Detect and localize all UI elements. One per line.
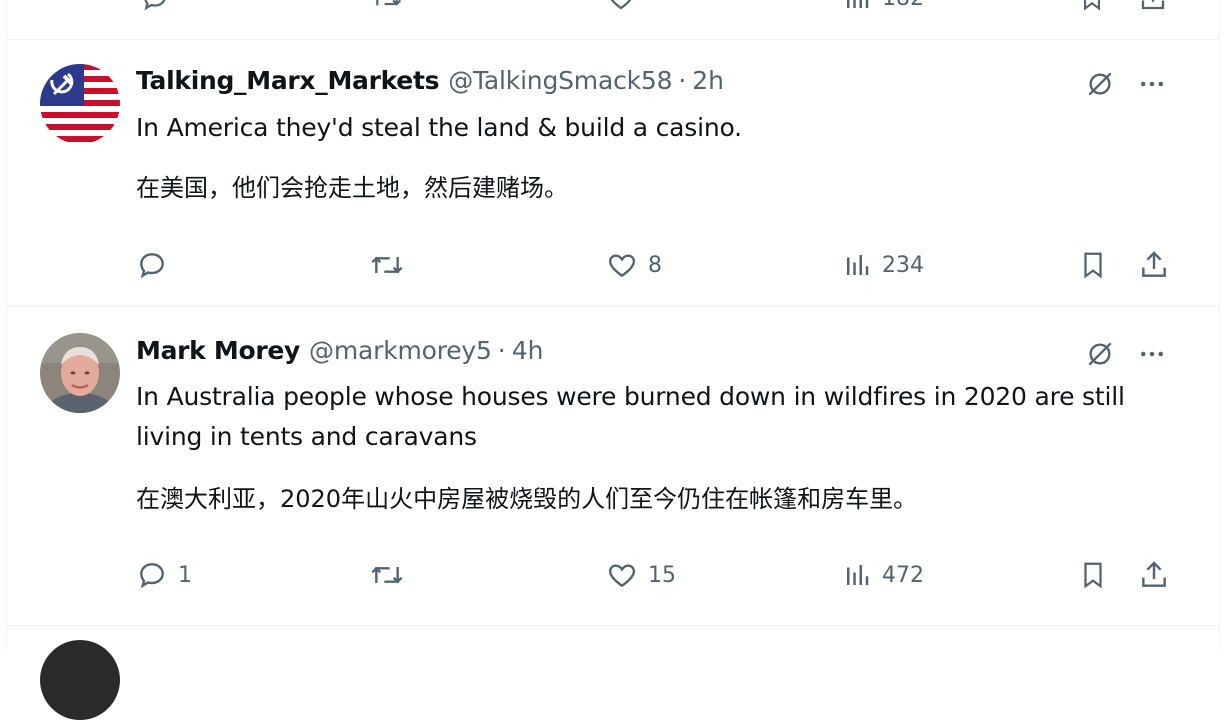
retweet-icon — [371, 566, 403, 584]
like-icon — [610, 0, 632, 10]
more-icon — [1141, 81, 1163, 87]
like-button[interactable]: 8 — [606, 245, 662, 285]
separator-dot: · — [497, 336, 506, 365]
display-name[interactable]: Talking_Marx_Markets — [136, 66, 439, 95]
retweet-icon — [371, 256, 403, 274]
avatar[interactable] — [40, 333, 120, 413]
tweet[interactable]: Mark Morey @markmorey5 · 4h In Australia… — [6, 307, 1220, 625]
share-button[interactable] — [1138, 245, 1170, 285]
like-button[interactable]: 15 — [606, 555, 676, 595]
reply-button[interactable]: 1 — [136, 555, 192, 595]
retweet-button[interactable] — [370, 0, 404, 18]
share-icon — [1142, 561, 1166, 587]
reply-icon — [140, 563, 164, 589]
tweet-translation: 在澳大利亚，2020年山火中房屋被烧毁的人们至今仍住在帐篷和房车里。 — [136, 485, 918, 513]
like-count: 8 — [648, 252, 662, 278]
bookmark-icon — [1084, 252, 1102, 279]
more-button[interactable] — [1134, 66, 1170, 102]
share-button[interactable] — [1138, 555, 1170, 595]
views-icon — [847, 565, 869, 585]
reply-icon — [140, 253, 164, 279]
grok-icon — [1088, 342, 1112, 366]
avatar[interactable] — [40, 64, 120, 144]
like-icon — [608, 254, 636, 278]
views-count: 472 — [882, 562, 924, 588]
timestamp[interactable]: 2h — [692, 66, 724, 95]
divider — [6, 625, 1220, 626]
reply-count: 1 — [178, 562, 192, 588]
bookmark-icon — [1084, 562, 1102, 589]
bookmark-button[interactable] — [1078, 0, 1106, 18]
tweet-header: Mark Morey @markmorey5 · 4h — [136, 336, 543, 365]
grok-button[interactable] — [1082, 336, 1118, 372]
timestamp[interactable]: 4h — [512, 336, 544, 365]
previous-tweet-actions: 182 — [0, 0, 1226, 11]
retweet-button[interactable] — [368, 245, 416, 285]
avatar[interactable] — [40, 640, 120, 720]
tweet-text: In Australia people whose houses were bu… — [136, 382, 1125, 451]
user-handle[interactable]: @TalkingSmack58 — [448, 66, 672, 95]
hammer-sickle-flag-avatar — [40, 64, 120, 144]
views-button[interactable]: 472 — [842, 555, 924, 595]
share-icon — [1142, 251, 1166, 277]
tweet-actions: 8 234 — [6, 245, 1220, 285]
tweet-translation: 在美国，他们会抢走土地，然后建赌场。 — [136, 174, 568, 202]
more-icon — [1141, 351, 1163, 357]
tweet[interactable]: Talking_Marx_Markets @TalkingSmack58 · 2… — [6, 40, 1220, 306]
person-photo-avatar — [40, 333, 120, 413]
retweet-button[interactable] — [368, 555, 416, 595]
share-icon — [1141, 0, 1165, 10]
retweet-icon — [376, 0, 402, 6]
views-count: 234 — [882, 252, 924, 278]
like-icon — [608, 564, 636, 588]
reply-button[interactable] — [136, 245, 178, 285]
views-icon — [847, 255, 869, 275]
tweet-header: Talking_Marx_Markets @TalkingSmack58 · 2… — [136, 66, 724, 95]
like-count: 15 — [648, 562, 676, 588]
display-name[interactable]: Mark Morey — [136, 336, 300, 365]
views-button[interactable]: 182 — [842, 0, 924, 18]
user-handle[interactable]: @markmorey5 — [309, 336, 492, 365]
bookmark-button[interactable] — [1078, 555, 1108, 595]
tweet-actions: 1 15 472 — [6, 555, 1220, 595]
tweet-text: In America they'd steal the land & build… — [136, 113, 742, 142]
grok-icon — [1088, 72, 1112, 96]
more-button[interactable] — [1134, 336, 1170, 372]
reply-icon — [144, 0, 166, 11]
like-button[interactable] — [606, 0, 636, 18]
separator-dot: · — [678, 66, 687, 95]
share-button[interactable] — [1138, 0, 1168, 18]
grok-button[interactable] — [1082, 66, 1118, 102]
views-count: 182 — [882, 0, 924, 11]
bookmark-icon — [1083, 0, 1101, 11]
views-button[interactable]: 234 — [842, 245, 924, 285]
views-icon — [847, 0, 869, 8]
reply-button[interactable] — [140, 0, 170, 18]
bookmark-button[interactable] — [1078, 245, 1108, 285]
